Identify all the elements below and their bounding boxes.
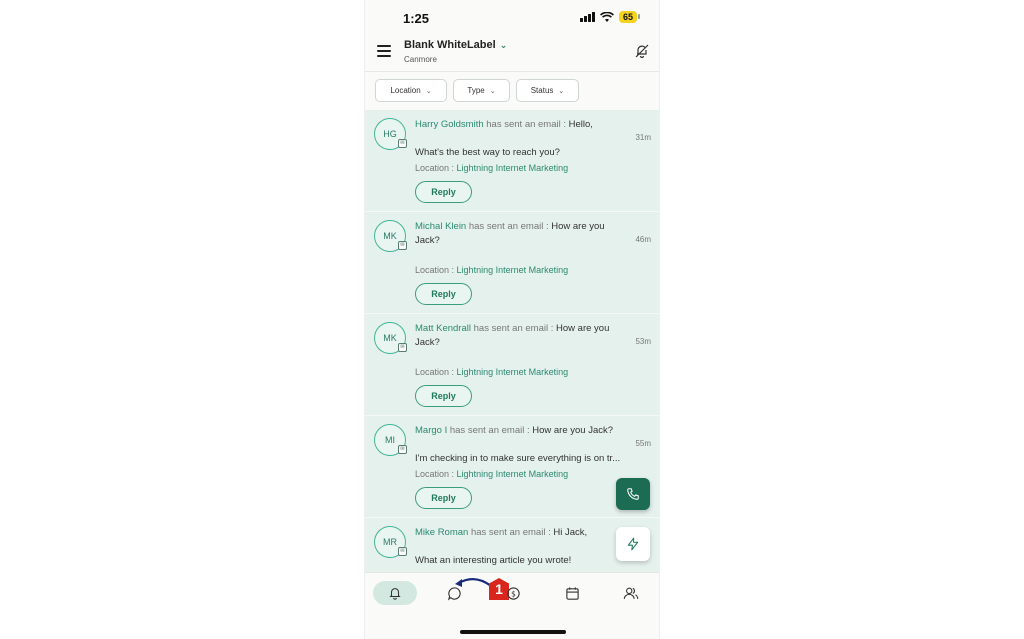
list-item[interactable]: MK ✉ Michal Klein has sent an email : How… — [365, 212, 659, 314]
message-preview: Jack? — [415, 235, 440, 246]
email-icon: ✉ — [398, 139, 407, 148]
home-indicator — [460, 630, 566, 634]
email-icon: ✉ — [398, 343, 407, 352]
phone-screen: 1:25 65 Blank WhiteLabel ⌄ Canmore Locat… — [364, 0, 660, 639]
signal-icon — [580, 12, 595, 22]
hamburger-menu-icon[interactable] — [377, 45, 391, 57]
timestamp: 55m — [635, 439, 651, 448]
message-summary: Matt Kendrall has sent an email : How ar… — [415, 323, 610, 334]
reply-button[interactable]: Reply — [415, 283, 472, 305]
users-icon — [623, 587, 639, 599]
account-name: Blank WhiteLabel — [404, 39, 496, 51]
list-item[interactable]: MK ✉ Matt Kendrall has sent an email : Ho… — [365, 314, 659, 416]
calendar-icon — [565, 586, 579, 600]
bell-off-icon[interactable] — [634, 43, 650, 59]
message-preview: What's the best way to reach you? — [415, 147, 560, 158]
status-icons: 65 — [580, 11, 641, 23]
list-item[interactable]: MR ✉ Mike Roman has sent an email : Hi Ja… — [365, 518, 659, 572]
dollar-circle-icon: $ — [506, 586, 520, 600]
message-preview: What an interesting article you wrote! — [415, 555, 572, 566]
message-summary: Harry Goldsmith has sent an email : Hell… — [415, 119, 593, 130]
account-switcher[interactable]: Blank WhiteLabel ⌄ — [404, 39, 507, 51]
chevron-down-icon: ⌄ — [489, 87, 496, 95]
location-filter[interactable]: Location ⌄ — [375, 79, 447, 102]
nav-contacts[interactable] — [609, 581, 653, 605]
account-location: Canmore — [404, 55, 437, 64]
avatar: HG ✉ — [374, 118, 407, 150]
chevron-down-icon: ⌄ — [425, 87, 432, 95]
timestamp: 53m — [635, 337, 651, 346]
call-button[interactable] — [616, 478, 650, 510]
location-text: Location : Lightning Internet Marketing — [415, 367, 569, 377]
phone-icon — [627, 488, 639, 500]
bottom-nav: 1 $ — [365, 572, 659, 639]
message-preview: I'm checking in to make sure everything … — [415, 453, 621, 464]
location-text: Location : Lightning Internet Marketing — [415, 265, 569, 275]
chevron-down-icon: ⌄ — [499, 39, 508, 50]
wifi-icon — [600, 11, 614, 22]
email-icon: ✉ — [398, 241, 407, 250]
avatar: MK ✉ — [374, 220, 407, 252]
bell-icon — [389, 588, 401, 600]
app-header: Blank WhiteLabel ⌄ Canmore — [365, 34, 659, 72]
status-bar: 1:25 65 — [365, 0, 659, 34]
svg-text:$: $ — [511, 589, 516, 598]
nav-payments[interactable]: $ — [491, 581, 535, 605]
timestamp: 31m — [635, 133, 651, 142]
nav-notifications[interactable] — [373, 581, 417, 605]
nav-calendar[interactable] — [550, 581, 594, 605]
avatar: MR ✉ — [374, 526, 407, 558]
notification-list: HG ✉ Harry Goldsmith has sent an email : … — [365, 110, 659, 572]
message-summary: Michal Klein has sent an email : How are… — [415, 221, 605, 232]
email-icon: ✉ — [398, 445, 407, 454]
location-text: Location : Lightning Internet Marketing — [415, 469, 569, 479]
chevron-down-icon: ⌄ — [558, 87, 565, 95]
list-item[interactable]: HG ✉ Harry Goldsmith has sent an email : … — [365, 110, 659, 212]
type-filter[interactable]: Type ⌄ — [453, 79, 510, 102]
message-summary: Mike Roman has sent an email : Hi Jack, — [415, 527, 588, 538]
filter-bar: Location ⌄ Type ⌄ Status ⌄ — [365, 72, 659, 110]
reply-button[interactable]: Reply — [415, 385, 472, 407]
lightning-icon — [627, 537, 639, 551]
status-filter[interactable]: Status ⌄ — [516, 79, 579, 102]
arrow-annotation-icon — [455, 578, 492, 587]
status-time: 1:25 — [403, 11, 430, 26]
avatar: MI ✉ — [374, 424, 407, 456]
reply-button[interactable]: Reply — [415, 487, 472, 509]
battery-icon: 65 — [618, 11, 641, 23]
avatar: MK ✉ — [374, 322, 407, 354]
message-summary: Margo I has sent an email : How are you … — [415, 425, 614, 436]
quick-actions-button[interactable] — [616, 527, 650, 561]
message-preview: Jack? — [415, 337, 440, 348]
reply-button[interactable]: Reply — [415, 181, 472, 203]
location-text: Location : Lightning Internet Marketing — [415, 163, 569, 173]
email-icon: ✉ — [398, 547, 407, 556]
timestamp: 46m — [635, 235, 651, 244]
list-item[interactable]: MI ✉ Margo I has sent an email : How are … — [365, 416, 659, 518]
